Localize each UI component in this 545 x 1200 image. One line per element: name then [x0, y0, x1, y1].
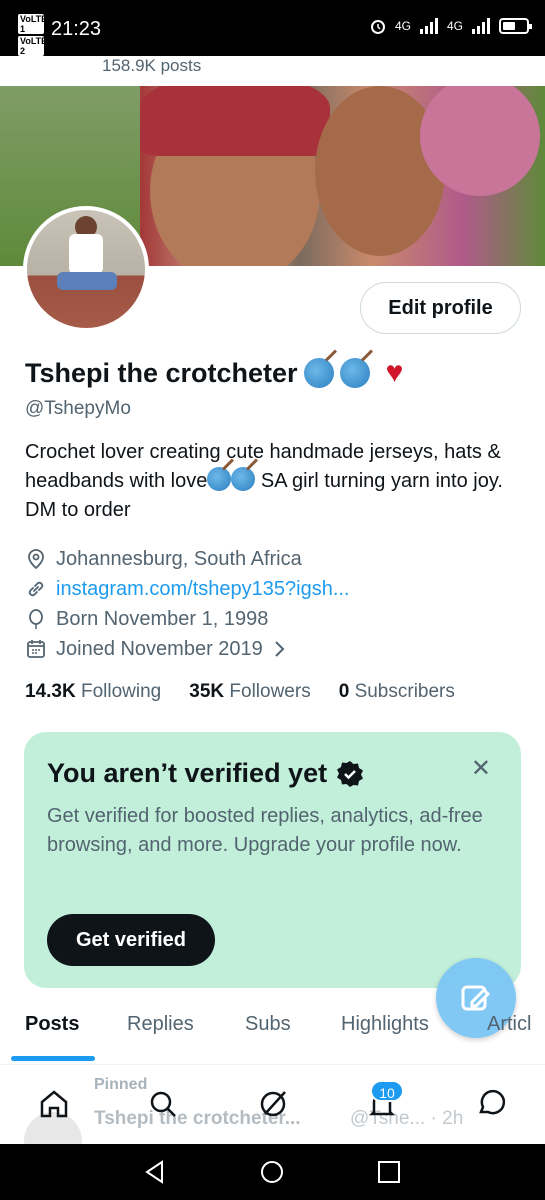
joined-text: Joined November 2019 [56, 637, 263, 660]
edit-profile-button[interactable]: Edit profile [360, 282, 521, 334]
banner-scarf [140, 86, 330, 156]
link-row[interactable]: instagram.com/tshepy135?igsh... [25, 574, 350, 604]
tab-posts[interactable]: Posts [25, 1013, 79, 1036]
bio: Crochet lover creating cute handmade jer… [25, 438, 505, 525]
battery-icon [499, 18, 532, 34]
subscribers-count: 0 [338, 681, 350, 702]
location-pin-icon [28, 549, 44, 570]
verified-badge-icon [337, 760, 364, 787]
profile-link[interactable]: instagram.com/tshepy135?igsh... [56, 578, 350, 601]
link-icon [28, 581, 44, 597]
tab-replies[interactable]: Replies [127, 1013, 194, 1036]
yarn-emoji-icon [207, 467, 232, 491]
network-2-label: 4G [446, 19, 463, 33]
following-stat[interactable]: 14.3K Following [25, 681, 161, 703]
profile-meta: Johannesburg, South Africa instagram.com… [25, 544, 350, 664]
grok-icon[interactable] [255, 1086, 291, 1122]
status-bar: VoLTE 1 VoLTE 2 21:23 4G 4G [0, 0, 545, 56]
display-name: Tshepi the crotcheter ♥ [25, 356, 403, 390]
avatar[interactable] [23, 206, 149, 332]
messages-icon[interactable] [473, 1086, 509, 1122]
followers-stat[interactable]: 35K Followers [189, 681, 310, 703]
notification-badge: 10 [370, 1080, 404, 1102]
network-1-label: 4G [394, 19, 411, 33]
home-button-icon[interactable] [260, 1160, 284, 1184]
recents-icon[interactable] [377, 1160, 401, 1184]
system-navigation-bar [0, 1144, 545, 1200]
signal-2-icon [472, 18, 490, 34]
alarm-icon [370, 20, 385, 34]
yarn-emoji-icon [231, 467, 256, 491]
back-icon[interactable] [143, 1160, 167, 1184]
heart-emoji-icon: ♥ [385, 356, 404, 389]
verify-title-text: You aren’t verified yet [47, 758, 328, 788]
signal-1-icon [419, 18, 438, 34]
tab-highlights[interactable]: Highlights [341, 1013, 429, 1036]
close-icon[interactable]: ✕ [471, 754, 491, 783]
volte-1-label: VoLTE 1 [18, 14, 48, 34]
display-name-text: Tshepi the crotcheter [25, 357, 298, 388]
banner-hair [420, 86, 540, 196]
tab-articles[interactable]: Articl [487, 1013, 531, 1036]
followers-count: 35K [189, 681, 225, 702]
subscribers-label: Subscribers [354, 681, 455, 702]
birthday-row: Born November 1, 1998 [25, 604, 350, 634]
verify-card: You aren’t verified yet ✕ Get verified f… [24, 732, 521, 988]
clock: 21:23 [51, 18, 102, 40]
location-text: Johannesburg, South Africa [56, 547, 302, 570]
user-handle: @TshepyMo [25, 398, 131, 419]
yarn-emoji-icon [303, 358, 334, 388]
yarn-emoji-icon [339, 358, 370, 388]
get-verified-button[interactable]: Get verified [47, 914, 215, 966]
active-tab-indicator [11, 1056, 95, 1061]
following-label: Following [80, 681, 162, 702]
avatar-legs [57, 272, 117, 290]
post-count: 158.9K posts [102, 56, 202, 75]
bottom-nav [0, 1070, 545, 1144]
search-icon[interactable] [145, 1086, 181, 1122]
joined-row[interactable]: Joined November 2019 [25, 634, 350, 664]
subscribers-stat[interactable]: 0 Subscribers [339, 681, 455, 703]
verify-description: Get verified for boosted replies, analyt… [47, 805, 483, 856]
birthday-text: Born November 1, 1998 [56, 607, 269, 630]
home-icon[interactable] [36, 1086, 72, 1122]
calendar-icon [27, 640, 45, 658]
following-count: 14.3K [25, 681, 76, 702]
location-row: Johannesburg, South Africa [25, 544, 350, 574]
chevron-right-icon [275, 641, 285, 657]
avatar-body [69, 234, 103, 274]
followers-label: Followers [229, 681, 311, 702]
balloon-icon [29, 609, 43, 629]
follow-stats: 14.3K Following 35K Followers 0 Subscrib… [25, 681, 455, 703]
volte-2-label: VoLTE 2 [18, 36, 48, 56]
volte-indicators: VoLTE 1 VoLTE 2 [18, 14, 48, 58]
tab-subs[interactable]: Subs [245, 1013, 291, 1036]
status-icons: 4G 4G [369, 17, 532, 35]
profile-header-strip: 158.9K posts [0, 56, 545, 86]
verify-title: You aren’t verified yet [47, 758, 365, 789]
